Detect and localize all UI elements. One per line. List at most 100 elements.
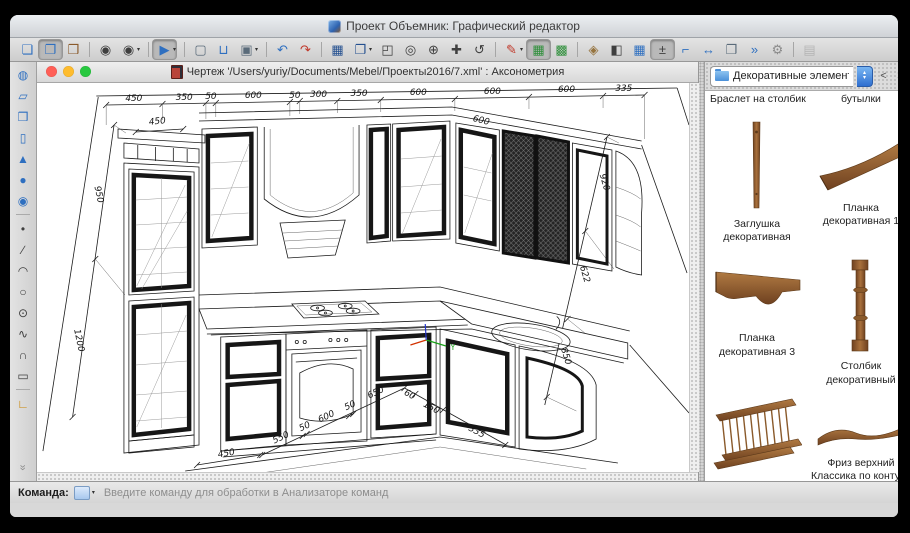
slab-tool-icon[interactable]: ▱ xyxy=(13,86,33,105)
vertical-scroll-area[interactable] xyxy=(689,83,699,472)
base-cabinets-right xyxy=(440,329,596,451)
list-item[interactable]: бутылки xyxy=(809,91,898,109)
axes-tool-icon[interactable]: ∟ xyxy=(13,394,33,413)
title-bar[interactable]: Проект Объемник: Графический редактор xyxy=(10,15,898,38)
orbit-icon[interactable]: ↺ xyxy=(468,40,491,59)
open-document-icon[interactable]: ⊔ xyxy=(212,40,235,59)
grid-table-icon[interactable]: ▦ xyxy=(628,40,651,59)
point-tool-icon[interactable]: • xyxy=(13,219,33,238)
export-icon: ▤ xyxy=(798,40,821,59)
cone-tool-icon[interactable]: ▲ xyxy=(13,149,33,168)
more-tools-icon[interactable]: » xyxy=(14,458,33,478)
list-item[interactable]: Браслет на столбик xyxy=(705,91,809,109)
dropdown-arrow-icon[interactable]: ▾ xyxy=(92,489,99,496)
arc-tool-icon[interactable]: ◠ xyxy=(13,261,33,280)
folder-icon xyxy=(715,71,729,81)
tile-windows-icon[interactable]: ▦ xyxy=(326,40,349,59)
box-tool-icon[interactable]: ❒ xyxy=(13,107,33,126)
texture-icon[interactable]: ◈ xyxy=(582,40,605,59)
dropdown-arrow-icon[interactable]: ▾ xyxy=(137,46,144,53)
zoom-in-icon[interactable]: ⊕ xyxy=(422,40,445,59)
library-panel-header: Декоративные элементы ▴ ▾ < > ▼ xyxy=(705,62,898,91)
zoom-window-icon[interactable]: ◎ xyxy=(399,40,422,59)
spline-tool-icon[interactable]: ∿ xyxy=(13,324,33,343)
sphere-tool-icon[interactable]: ● xyxy=(13,170,33,189)
circle-tool-icon[interactable]: ○ xyxy=(13,282,33,301)
dimensions-icon[interactable]: ± xyxy=(651,40,674,59)
library-panel: Декоративные элементы ▴ ▾ < > ▼ Браслет … xyxy=(705,62,898,481)
category-select[interactable]: Декоративные элементы xyxy=(710,66,853,87)
polyarc-tool-icon[interactable]: ∩ xyxy=(13,345,33,364)
new-document-icon[interactable]: ▢ xyxy=(189,40,212,59)
toolbar-separator xyxy=(16,389,30,390)
stepper-down-icon: ▾ xyxy=(863,76,866,81)
prev-category-button[interactable]: < xyxy=(877,70,890,82)
next-category-button[interactable]: > xyxy=(894,70,898,82)
dim-label: 300 xyxy=(310,90,327,100)
zoom-button[interactable] xyxy=(80,66,91,77)
width-icon[interactable]: ↔ xyxy=(697,40,720,59)
tools-sidebar: ◍ ▱ ❒ ▯ ▲ ● ◉ • ∕ ◠ ○ ⊙ ∿ ∩ ▭ ∟ » xyxy=(10,62,37,481)
camera-icon[interactable]: ◉ xyxy=(94,40,117,59)
list-item-label: Браслет на столбик xyxy=(710,93,806,106)
corner-icon[interactable]: ⌐ xyxy=(674,40,697,59)
category-select-value: Декоративные элементы xyxy=(733,70,849,82)
window-footer xyxy=(10,503,898,517)
redo-icon[interactable]: ↷ xyxy=(294,40,317,59)
list-item[interactable]: Заглушка декоративная xyxy=(705,109,809,247)
dropdown-arrow-icon[interactable]: ▾ xyxy=(255,46,262,53)
toolbar-separator xyxy=(577,42,578,57)
kitchen-drawing: Y 450 350 50 600 50 300 350 600 600 xyxy=(37,83,689,477)
toolbar-separator xyxy=(16,214,30,215)
dim-label: 350 xyxy=(351,89,368,99)
door-panel-icon[interactable]: ◧ xyxy=(605,40,628,59)
undo-icon[interactable]: ↶ xyxy=(271,40,294,59)
command-history-icon[interactable] xyxy=(74,486,90,500)
list-item[interactable]: Тарелочница xyxy=(705,390,809,481)
fronts-edit-icon[interactable]: ▩ xyxy=(550,40,573,59)
list-item[interactable]: Планка декоративная 1 xyxy=(809,109,898,247)
dropdown-arrow-icon[interactable]: ▾ xyxy=(369,46,376,53)
list-item-label: Заглушка декоративная xyxy=(707,218,807,244)
fronts-icon[interactable]: ▦ xyxy=(527,40,550,59)
document-title-bar[interactable]: Чертеж '/Users/yuriy/Documents/Mebel/Про… xyxy=(37,62,698,83)
material-cube-icon[interactable]: ❒ xyxy=(62,40,85,59)
panel-tool-icon[interactable]: ▯ xyxy=(13,128,33,147)
close-button[interactable] xyxy=(46,66,57,77)
solid-cube-icon[interactable]: ❐ xyxy=(39,40,62,59)
ellipse-tool-icon[interactable]: ⊙ xyxy=(13,303,33,322)
document-window: Чертеж '/Users/yuriy/Documents/Mebel/Про… xyxy=(37,62,699,481)
main-toolbar: ❏ ❐ ❒ ◉ ◉ ▾ ▶ ▾ ▢ ⊔ ▣ ▾ ↶ ↷ ▦ ❐ ▾ ◰ ◎ ⊕ … xyxy=(10,38,898,62)
decor-plate-rack-image xyxy=(712,395,802,473)
drawing-canvas[interactable]: Y 450 350 50 600 50 300 350 600 600 xyxy=(37,83,689,472)
cylinder-tool-icon[interactable]: ◍ xyxy=(13,65,33,84)
list-item-label: Столбик декоративный xyxy=(811,360,898,386)
dome-tool-icon[interactable]: ◉ xyxy=(13,191,33,210)
list-item-label: Фриз верхний Классика по контуру наборны… xyxy=(811,457,898,481)
command-input[interactable]: Введите команду для обработки в Анализат… xyxy=(104,487,389,499)
settings-icon[interactable]: ⚙ xyxy=(766,40,789,59)
dim-label: 950 xyxy=(92,185,105,204)
toolbar-separator xyxy=(793,42,794,57)
list-item[interactable]: Столбик декоративный xyxy=(809,247,898,389)
wireframe-cube-icon[interactable]: ❏ xyxy=(16,40,39,59)
dim-label: 600 xyxy=(484,87,501,97)
list-item[interactable]: Фриз верхний Классика по контуру наборны… xyxy=(809,390,898,481)
decor-elements-list[interactable]: Браслет на столбик бутылки Заглушка деко… xyxy=(705,91,898,481)
minimize-button[interactable] xyxy=(63,66,74,77)
upper-cabinets-right xyxy=(456,123,642,275)
dropdown-arrow-icon[interactable]: ▾ xyxy=(520,46,527,53)
line-tool-icon[interactable]: ∕ xyxy=(13,240,33,259)
pan-icon[interactable]: ✚ xyxy=(445,40,468,59)
dim-label: 350 xyxy=(176,93,193,103)
cascade-icon[interactable]: » xyxy=(743,40,766,59)
category-stepper[interactable]: ▴ ▾ xyxy=(857,66,873,87)
horizontal-scroll-area[interactable] xyxy=(37,472,698,481)
dim-label: 600 xyxy=(410,88,427,98)
app-icon xyxy=(328,20,341,33)
copy-object-icon[interactable]: ❐ xyxy=(720,40,743,59)
dropdown-arrow-icon[interactable]: ▾ xyxy=(173,46,180,53)
rectangle-tool-icon[interactable]: ▭ xyxy=(13,366,33,385)
zoom-extents-icon[interactable]: ◰ xyxy=(376,40,399,59)
list-item[interactable]: Планка декоративная 3 xyxy=(705,247,809,389)
